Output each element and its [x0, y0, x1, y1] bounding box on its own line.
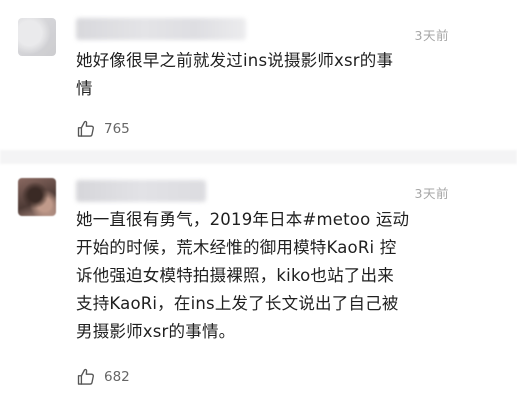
avatar[interactable] — [18, 178, 56, 216]
username-redacted[interactable] — [76, 180, 206, 202]
comment-text-line: 情 — [76, 79, 93, 98]
thumbs-up-icon — [77, 120, 94, 137]
comment-text-line: 男摄影师xsr的事情。 — [76, 322, 236, 341]
like-button[interactable]: 765 — [76, 118, 130, 140]
comment-item: 3天前 她一直很有勇气，2019年日本#metoo 运动 开始的时候，荒木经惟的… — [0, 158, 517, 404]
comment-text-line: 支持KaoRi，在ins上发了长文说出了自己被 — [76, 294, 399, 313]
comment-text: 她好像很早之前就发过ins说摄影师xsr的事 情 — [76, 47, 496, 103]
comment-text-line: 诉他强迫女模特拍摄裸照，kiko也站了出来 — [76, 266, 394, 285]
comment-text-line: 她一直很有勇气，2019年日本#metoo 运动 — [76, 210, 410, 229]
comment-item: 3天前 她好像很早之前就发过ins说摄影师xsr的事 情 765 — [0, 0, 517, 158]
avatar[interactable] — [18, 18, 56, 56]
like-count: 682 — [104, 369, 130, 385]
comment-text: 她一直很有勇气，2019年日本#metoo 运动 开始的时候，荒木经惟的御用模特… — [76, 206, 504, 346]
comment-timestamp: 3天前 — [414, 186, 449, 201]
thumbs-up-icon — [77, 368, 94, 385]
comment-text-line: 开始的时候，荒木经惟的御用模特KaoRi 控 — [76, 238, 397, 257]
like-count: 765 — [104, 121, 130, 137]
username-redacted[interactable] — [76, 18, 246, 40]
comment-text-line: 她好像很早之前就发过ins说摄影师xsr的事 — [76, 51, 394, 70]
like-button[interactable]: 682 — [76, 366, 130, 388]
comment-timestamp: 3天前 — [414, 28, 449, 43]
